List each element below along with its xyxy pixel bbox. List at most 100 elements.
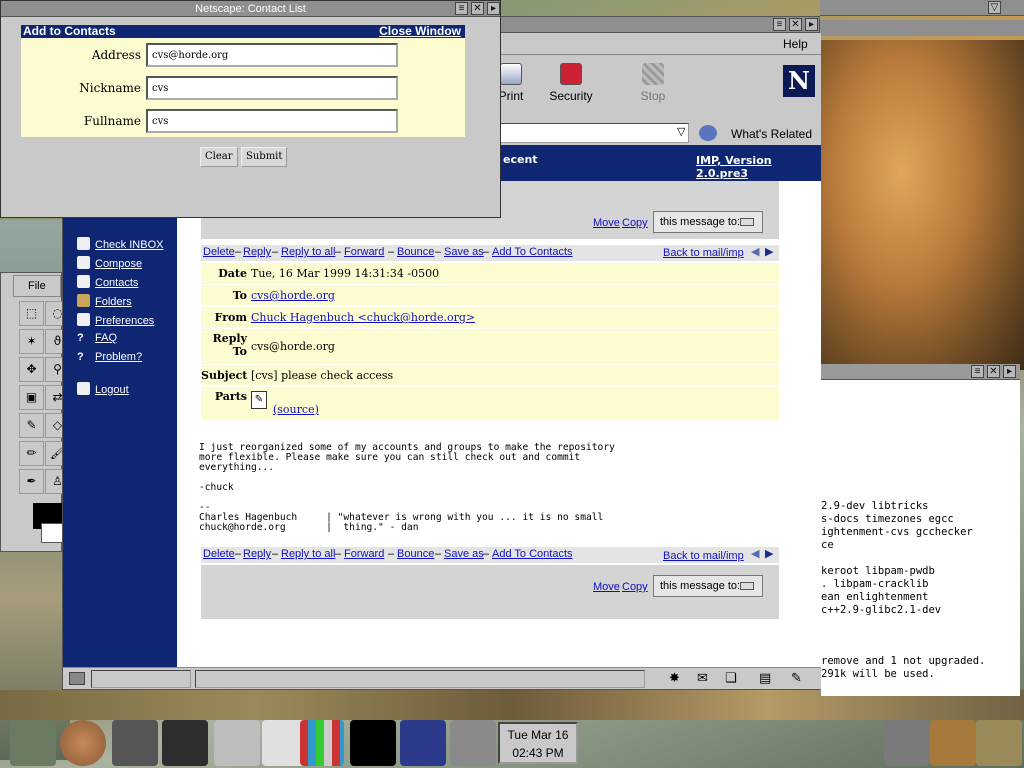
discussion-icon[interactable]: ❏	[725, 671, 737, 686]
crop-icon[interactable]: ▣	[19, 385, 44, 410]
address-field[interactable]	[146, 43, 398, 67]
security-button[interactable]: Security	[541, 63, 601, 103]
header-from-link[interactable]: Chuck Hagenbuch <chuck@horde.org>	[251, 311, 475, 324]
security-status-icon[interactable]	[69, 672, 85, 685]
refresh-icon[interactable]	[976, 720, 1022, 766]
reply-all-link[interactable]: Reply to all	[281, 246, 335, 258]
navigator-icon[interactable]: ✸	[669, 671, 680, 686]
header-to-link[interactable]: cvs@horde.org	[251, 289, 335, 302]
taskbar-clock[interactable]: Tue Mar 16 02:43 PM	[498, 722, 578, 764]
clear-button[interactable]: Clear	[200, 147, 238, 167]
save-as-link[interactable]: Save as	[444, 246, 484, 258]
linux-penguin-icon[interactable]	[162, 720, 208, 766]
attachment-icon[interactable]: ✎	[251, 391, 267, 409]
gimp-toolbox: File ⬚ ◌ ✶ ϑ ✥ ⚲ ▣ ⇄ ✎ ◇ ✏ 🖌 ✒ ♙	[0, 272, 70, 552]
tools-icon[interactable]	[930, 720, 976, 766]
move-icon[interactable]: ✥	[19, 357, 44, 382]
airbrush-icon[interactable]: ✒	[19, 469, 44, 494]
rect-select-icon[interactable]: ⬚	[19, 301, 44, 326]
sidebar-item-faq[interactable]: ? FAQ	[77, 332, 117, 344]
submit-button[interactable]: Submit	[241, 147, 288, 167]
reply-link[interactable]: Reply	[243, 246, 271, 258]
gnome-foot-icon[interactable]	[10, 720, 56, 766]
shade-icon[interactable]: ≡	[971, 365, 984, 378]
sidebar-item-preferences[interactable]: Preferences	[77, 313, 154, 327]
next-arrow-icon[interactable]: ▶	[765, 547, 773, 560]
imp-version-link[interactable]: IMP, Version 2.0.pre3	[696, 154, 821, 180]
back-to-mail-link[interactable]: Back to mail/imp	[663, 550, 744, 562]
gimp-file-menu[interactable]: File	[28, 280, 46, 292]
delete-link[interactable]: Delete	[203, 548, 235, 560]
progress-field	[91, 670, 191, 688]
cpu-monitor-icon[interactable]	[350, 720, 396, 766]
composer-icon[interactable]: ▤	[759, 671, 771, 686]
maximize-icon[interactable]: ▸	[1003, 365, 1016, 378]
forward-link[interactable]: Forward	[344, 548, 384, 560]
close-icon[interactable]: ✕	[789, 18, 802, 31]
delete-link[interactable]: Delete	[203, 246, 235, 258]
netscape-launcher-icon[interactable]	[214, 720, 260, 766]
bounce-link[interactable]: Bounce	[397, 246, 434, 258]
minimize-icon[interactable]: ▽	[988, 1, 1001, 14]
maximize-icon[interactable]: ▸	[487, 2, 500, 15]
close-icon[interactable]: ✕	[987, 365, 1000, 378]
add-to-contacts-link[interactable]: Add To Contacts	[492, 548, 573, 560]
sidebar-item-check-inbox[interactable]: Check INBOX	[77, 237, 163, 251]
sidebar-item-folders[interactable]: Folders	[77, 294, 132, 308]
desk-guide-icon[interactable]	[884, 720, 930, 766]
parts-source-link[interactable]: (source)	[273, 403, 319, 416]
edit-icon[interactable]: ✎	[791, 671, 802, 686]
sidebar-item-contacts[interactable]: Contacts	[77, 275, 138, 289]
nickname-field[interactable]	[146, 76, 398, 100]
page-content: ecent IMP, Version 2.0.pre3 Check INBOX …	[63, 145, 821, 667]
desktop-wallpaper-rock	[820, 40, 1024, 370]
screensaver-icon[interactable]	[400, 720, 446, 766]
reply-link[interactable]: Reply	[243, 548, 271, 560]
copy-link[interactable]: Copy	[622, 581, 648, 593]
clock-applet-icon[interactable]	[60, 720, 106, 766]
move-link[interactable]: Move	[593, 217, 620, 229]
stop-button[interactable]: Stop	[623, 63, 683, 103]
terminal-launcher-icon[interactable]	[112, 720, 158, 766]
copy-link[interactable]: Copy	[622, 217, 648, 229]
forward-link[interactable]: Forward	[344, 246, 384, 258]
sidebar-item-logout[interactable]: Logout	[77, 382, 129, 396]
shade-icon[interactable]: ≡	[455, 2, 468, 15]
move-target-select[interactable]: this message to:	[653, 575, 763, 597]
move-link[interactable]: Move	[593, 581, 620, 593]
header-from-row: From Chuck Hagenbuch <chuck@horde.org>	[201, 307, 779, 329]
eyedropper-icon[interactable]: ✎	[19, 413, 44, 438]
add-to-contacts-link[interactable]: Add To Contacts	[492, 246, 573, 258]
header-reply-key: Reply	[212, 332, 247, 345]
magic-wand-icon[interactable]: ✶	[19, 329, 44, 354]
move-target-select[interactable]: this message to:	[653, 211, 763, 233]
bounce-link[interactable]: Bounce	[397, 548, 434, 560]
lock-screen-icon[interactable]	[450, 720, 496, 766]
close-icon[interactable]: ✕	[471, 2, 484, 15]
mail-icon[interactable]: ✉	[697, 671, 708, 686]
banner-title: ecent	[503, 153, 538, 166]
back-to-mail-link[interactable]: Back to mail/imp	[663, 247, 744, 259]
fullname-field[interactable]	[146, 109, 398, 133]
background-color-swatch[interactable]	[41, 523, 63, 543]
shade-icon[interactable]: ≡	[773, 18, 786, 31]
status-bar: ✸ ✉ ❏ ▤ ✎	[63, 667, 821, 689]
separator: –	[483, 548, 490, 560]
pencil-icon[interactable]: ✏	[19, 441, 44, 466]
prev-arrow-icon[interactable]: ◀	[751, 245, 759, 258]
maximize-icon[interactable]: ▸	[805, 18, 818, 31]
nickname-row: Nickname	[21, 74, 465, 104]
location-dropdown-icon[interactable]: ▽	[677, 125, 685, 138]
whats-related-button[interactable]: What's Related	[731, 127, 812, 141]
save-as-link[interactable]: Save as	[444, 548, 484, 560]
sidebar-item-problem[interactable]: ? Problem?	[77, 351, 142, 363]
color-palette-icon[interactable]	[300, 720, 344, 766]
next-arrow-icon[interactable]: ▶	[765, 245, 773, 258]
reply-all-link[interactable]: Reply to all	[281, 548, 335, 560]
prev-arrow-icon[interactable]: ◀	[751, 547, 759, 560]
netscape-logo[interactable]: N	[783, 65, 815, 97]
whats-related-icon[interactable]	[699, 125, 717, 141]
menu-help[interactable]: Help	[783, 37, 808, 51]
sidebar-item-compose[interactable]: Compose	[77, 256, 142, 270]
close-window-link[interactable]: Close Window	[379, 25, 461, 38]
